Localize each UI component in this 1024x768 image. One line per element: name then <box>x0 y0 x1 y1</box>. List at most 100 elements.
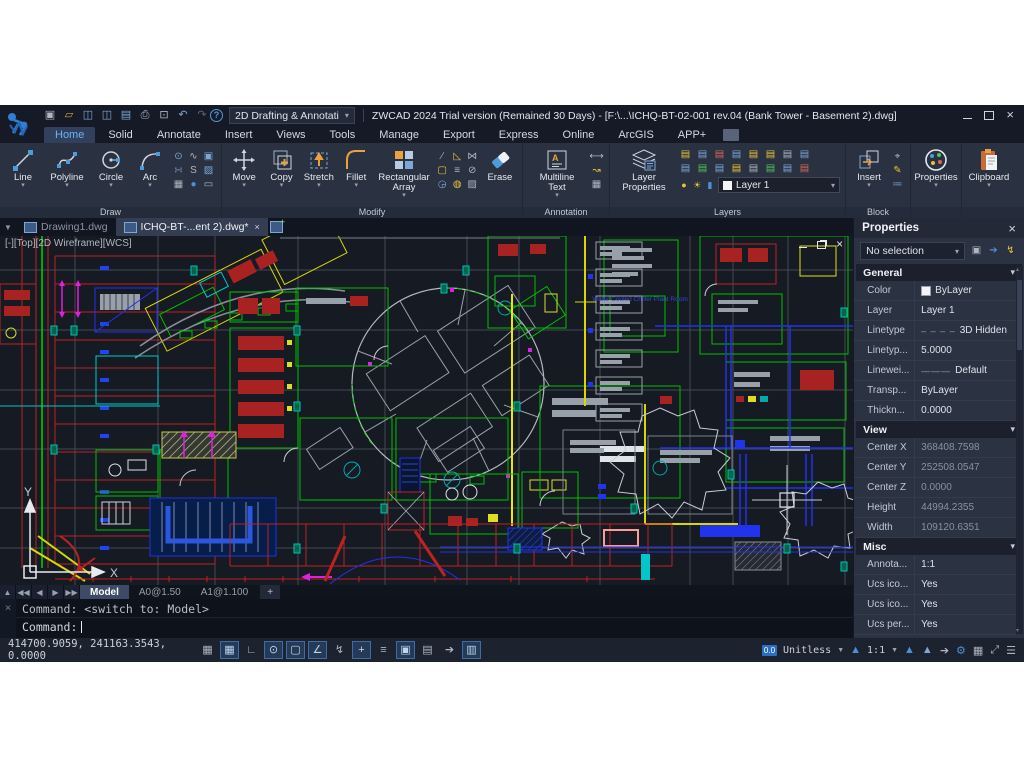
restore-button[interactable] <box>984 111 994 120</box>
document-tab[interactable]: Drawing1.dwg <box>16 218 116 236</box>
minimize-button[interactable] <box>963 118 972 119</box>
dynamic-input-icon[interactable]: + <box>352 641 371 659</box>
quick-select-icon[interactable]: ▣ <box>969 244 984 258</box>
layer-unisolate-icon[interactable]: ▤ <box>797 148 812 161</box>
hatch-icon[interactable]: ▦ <box>171 178 186 191</box>
layer-isolate-icon[interactable]: ▤ <box>780 148 795 161</box>
line-button[interactable]: Line <box>5 146 41 189</box>
property-row[interactable]: Width 109120.6351 <box>854 518 1016 538</box>
panel-label-layers[interactable]: Layers <box>610 207 845 218</box>
trim-icon[interactable]: ∕ <box>435 150 450 163</box>
next-layout-icon[interactable]: ▶ <box>48 585 64 599</box>
command-window[interactable]: Command: <switch to: Model> Command: <box>0 599 853 638</box>
layer-thaw-all-icon[interactable]: ▤ <box>763 148 778 161</box>
layer-on-all-icon[interactable]: ▤ <box>746 148 761 161</box>
rotate-icon[interactable]: ◶ <box>435 178 450 191</box>
selection-cycling-icon[interactable]: ➔ <box>940 644 949 657</box>
close-button[interactable] <box>1006 109 1014 122</box>
align-icon[interactable]: ≡ <box>450 164 465 177</box>
leader-icon[interactable]: ↝ <box>589 164 604 177</box>
print-icon[interactable]: ⎙ <box>137 108 153 123</box>
workspace-selector[interactable]: 2D Drafting & Annotati <box>229 107 355 124</box>
ribbon-tab[interactable]: Home <box>44 127 95 143</box>
ribbon-tab[interactable]: ArcGIS <box>607 127 664 143</box>
scale-icon[interactable]: ⊘ <box>465 164 480 177</box>
wipeout-icon[interactable]: ▨ <box>201 164 216 177</box>
annotation-monitor-icon[interactable]: ▥ <box>462 641 481 659</box>
table-icon[interactable]: ▦ <box>589 178 604 191</box>
edit-block-icon[interactable]: ✎ <box>890 164 905 177</box>
settings-gear-icon[interactable]: ⚙ <box>956 644 966 657</box>
doc-restore-icon[interactable] <box>817 241 826 249</box>
clipboard-button[interactable]: Clipboard <box>967 146 1011 189</box>
donut-icon[interactable]: ● <box>186 178 201 191</box>
layer-purge-icon[interactable]: ▤ <box>797 162 812 175</box>
layer-sun-icon[interactable]: ☀ <box>691 179 703 192</box>
layer-match-icon[interactable]: ▤ <box>695 162 710 175</box>
new-file-icon[interactable]: ▣ <box>42 108 58 123</box>
ortho-icon[interactable]: ∟ <box>242 641 261 659</box>
ribbon-tab[interactable]: Export <box>432 127 486 143</box>
doc-minimize-icon[interactable] <box>799 247 807 248</box>
move-button[interactable]: Move <box>227 146 261 189</box>
layer-state-icon[interactable]: ▤ <box>780 162 795 175</box>
save-as-icon[interactable]: ◫ <box>99 108 115 123</box>
property-row[interactable]: Center X 368408.7598 <box>854 438 1016 458</box>
section-general[interactable]: General <box>856 264 1022 281</box>
help-icon[interactable]: ? <box>210 109 223 122</box>
doc-close-icon[interactable] <box>836 239 843 251</box>
erase-button[interactable]: Erase <box>483 146 517 183</box>
select-objects-icon[interactable]: ➔ <box>986 244 1001 258</box>
layer-copy-icon[interactable]: ▤ <box>763 162 778 175</box>
viewport-controls-label[interactable]: [-][Top][2D Wireframe][WCS] <box>5 238 132 249</box>
properties-close-icon[interactable] <box>1008 221 1016 236</box>
undo-icon[interactable]: ↶ <box>175 108 191 123</box>
offset-icon[interactable]: ▢ <box>435 164 450 177</box>
prev-layout-icon[interactable]: ◀ <box>32 585 48 599</box>
property-row[interactable]: Ucs ico... Yes <box>854 575 1016 595</box>
multiline-text-button[interactable]: A Multiline Text <box>528 146 586 199</box>
property-row[interactable]: Height 44994.2355 <box>854 498 1016 518</box>
ribbon-tab[interactable]: Manage <box>368 127 430 143</box>
annotation-scale-value[interactable]: 1:1 <box>867 645 885 656</box>
chamfer-icon[interactable]: ◺ <box>450 150 465 163</box>
layer-bulb-icon[interactable]: ● <box>678 179 690 192</box>
transparency-icon[interactable]: ▣ <box>396 641 415 659</box>
property-row[interactable]: Annota... 1:1 <box>854 555 1016 575</box>
define-attribute-icon[interactable]: ⌖ <box>890 150 905 163</box>
layer-lock-toggle-icon[interactable]: ▮ <box>704 179 716 192</box>
screenshot-tool-icon[interactable] <box>723 129 739 141</box>
fullscreen-icon[interactable]: ⤢ <box>990 644 999 657</box>
revcloud-icon[interactable]: S <box>186 164 201 177</box>
layer-delete-icon[interactable]: ▤ <box>746 162 761 175</box>
units-label[interactable]: Unitless <box>783 645 831 656</box>
close-tab-icon[interactable] <box>255 222 260 232</box>
property-row[interactable]: Linetype – – – –3D Hidden <box>854 321 1016 341</box>
layer-unlock-icon[interactable]: ▤ <box>729 148 744 161</box>
snap-icon[interactable]: ▦ <box>220 641 239 659</box>
stretch-button[interactable]: Stretch <box>302 146 336 189</box>
layer-properties-button[interactable]: Layer Properties <box>615 146 673 193</box>
point-icon[interactable]: ⊙ <box>171 150 186 163</box>
polyline-button[interactable]: Polyline <box>44 146 90 189</box>
save-icon[interactable]: ◫ <box>80 108 96 123</box>
section-view[interactable]: View <box>856 421 1022 438</box>
property-row[interactable]: Thickn... 0.0000 <box>854 401 1016 421</box>
layer-freeze-icon[interactable]: ▤ <box>695 148 710 161</box>
insert-button[interactable]: Insert <box>851 146 887 189</box>
property-row[interactable]: Center Y 252508.0547 <box>854 458 1016 478</box>
otrack-icon[interactable]: ∠ <box>308 641 327 659</box>
add-layout-button[interactable]: + <box>260 585 280 599</box>
object-snap-icon[interactable]: ▢ <box>286 641 305 659</box>
annotation-autoscale-icon[interactable]: ▲ <box>922 644 933 656</box>
redo-icon[interactable]: ↷ <box>194 108 210 123</box>
circle-button[interactable]: Circle <box>93 146 129 189</box>
edit-hatch-icon[interactable]: ▨ <box>465 178 480 191</box>
hardware-accel-icon[interactable]: ▦ <box>973 644 983 657</box>
panel-label-block[interactable]: Block <box>846 207 910 218</box>
property-row[interactable]: Linewei... ———Default <box>854 361 1016 381</box>
layer-prev-icon[interactable]: ▤ <box>678 162 693 175</box>
copy-button[interactable]: Copy <box>264 146 298 189</box>
command-close-icon[interactable] <box>0 599 16 638</box>
layer-selector[interactable]: Layer 1 <box>718 177 840 193</box>
